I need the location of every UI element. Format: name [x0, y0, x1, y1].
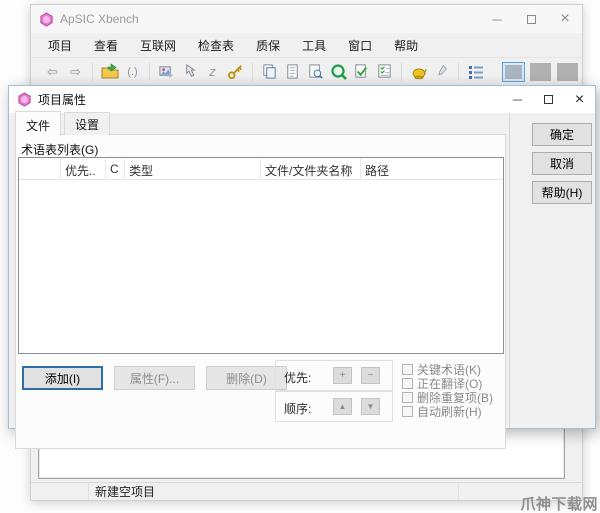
status-text: 新建空项目	[95, 485, 156, 499]
dialog-minimize-button[interactable]: ─	[502, 86, 533, 113]
tab-settings[interactable]: 设置	[64, 112, 111, 135]
maximize-icon	[526, 14, 536, 24]
tab-file[interactable]: 文件	[15, 111, 62, 136]
back-icon[interactable]: ⇦	[42, 61, 63, 82]
xbench-app-icon	[40, 11, 53, 27]
toolbar-separator	[92, 62, 93, 81]
checkbox-icon	[402, 391, 413, 403]
menu-bar: 项目 查看 互联网 检查表 质保 工具 窗口 帮助	[31, 33, 582, 57]
add-button[interactable]: 添加(I)	[22, 366, 103, 390]
lamp-icon[interactable]	[408, 61, 429, 82]
select-tool-icon[interactable]	[179, 61, 200, 82]
help-button[interactable]: 帮助(H)	[532, 181, 592, 204]
dialog-button-strip: 确定 取消 帮助(H)	[509, 113, 595, 428]
layout-view-1-button[interactable]	[502, 61, 525, 82]
menu-help[interactable]: 帮助	[383, 34, 429, 57]
checkbox-icon	[402, 377, 413, 389]
checkbox-icon	[402, 363, 413, 375]
toolbar: ⇦ ⇨ (.) z	[31, 57, 582, 85]
image-export-icon[interactable]	[156, 61, 177, 82]
properties-button[interactable]: 属性(F)...	[114, 366, 195, 390]
menu-view[interactable]: 查看	[83, 34, 129, 57]
checkbox-icon	[402, 405, 413, 417]
glossary-list[interactable]: 优先.. C 类型 文件/文件夹名称 路径	[18, 157, 504, 354]
status-bar: 新建空项目	[31, 482, 582, 500]
menu-qa[interactable]: 质保	[245, 34, 291, 57]
open-project-folder-icon[interactable]	[99, 61, 120, 82]
menu-internet[interactable]: 互联网	[129, 34, 187, 57]
priority-group: 优先: + −	[275, 360, 393, 391]
order-up-button[interactable]: ▲	[333, 398, 352, 415]
dialog-titlebar[interactable]: 项目属性 ─ ×	[9, 86, 595, 113]
search-icon[interactable]	[328, 61, 349, 82]
priority-label: 优先:	[284, 371, 312, 385]
order-group: 顺序: ▲ ▼	[275, 391, 393, 422]
layout-view-2-button[interactable]	[530, 62, 551, 81]
column-header-blank[interactable]	[19, 158, 61, 179]
brackets-icon[interactable]: (.)	[122, 61, 143, 82]
cancel-button[interactable]: 取消	[532, 152, 592, 175]
toolbar-separator	[252, 62, 253, 81]
menu-checklist[interactable]: 检查表	[187, 34, 245, 57]
checklist-icon[interactable]	[374, 61, 395, 82]
order-down-button[interactable]: ▼	[361, 398, 380, 415]
dialog-body: 文件 设置 术语表列表(G) 优先.. C 类型 文件/文件夹名称 路径 添加(…	[9, 111, 595, 449]
priority-increase-button[interactable]: +	[333, 367, 352, 384]
main-maximize-button[interactable]	[514, 5, 548, 33]
main-close-button[interactable]: ×	[548, 5, 582, 33]
column-header-priority[interactable]: 优先..	[61, 158, 106, 179]
project-properties-dialog: 项目属性 ─ × 文件 设置 术语表列表(G) 优先.. C 类型 文件/文件夹…	[8, 85, 596, 449]
list-view-icon[interactable]	[465, 61, 486, 82]
menu-project[interactable]: 项目	[37, 34, 83, 57]
options-checkboxes: 关键术语(K) 正在翻译(O) 删除重复项(B) 自动刷新(H)	[402, 362, 493, 419]
file-tab-page: 术语表列表(G) 优先.. C 类型 文件/文件夹名称 路径 添加(I) 属性(…	[15, 134, 506, 449]
column-header-path[interactable]: 路径	[361, 158, 503, 179]
brush-icon[interactable]	[431, 61, 452, 82]
menu-window[interactable]: 窗口	[337, 34, 383, 57]
column-header-c[interactable]: C	[106, 158, 125, 179]
qa-check-document-icon[interactable]	[351, 61, 372, 82]
preview-document-icon[interactable]	[305, 61, 326, 82]
zigzag-icon[interactable]: z	[202, 61, 223, 82]
copy-icon[interactable]	[259, 61, 280, 82]
ok-button[interactable]: 确定	[532, 123, 592, 146]
main-window-title: ApSIC Xbench	[60, 12, 139, 26]
checkbox-auto-refresh[interactable]: 自动刷新(H)	[402, 404, 493, 419]
order-label: 顺序:	[284, 402, 312, 416]
column-header-type[interactable]: 类型	[125, 158, 261, 179]
forward-icon[interactable]: ⇨	[65, 61, 86, 82]
status-cell-left	[31, 483, 89, 500]
glossary-list-label: 术语表列表(G)	[21, 143, 99, 157]
main-minimize-button[interactable]: ─	[480, 5, 514, 33]
key-icon[interactable]	[225, 61, 246, 82]
toolbar-separator	[401, 62, 402, 81]
maximize-icon	[544, 95, 553, 104]
priority-decrease-button[interactable]: −	[361, 367, 380, 384]
watermark: 爪神下载网	[520, 496, 598, 513]
dialog-title: 项目属性	[38, 93, 87, 107]
dialog-close-button[interactable]: ×	[564, 86, 595, 113]
toolbar-separator	[458, 62, 459, 81]
xbench-dialog-icon	[18, 92, 31, 107]
document-icon[interactable]	[282, 61, 303, 82]
tab-bar: 文件 设置	[15, 111, 113, 136]
glossary-list-header: 优先.. C 类型 文件/文件夹名称 路径	[19, 158, 503, 180]
toolbar-separator	[149, 62, 150, 81]
layout-view-3-button[interactable]	[557, 62, 578, 81]
column-header-filename[interactable]: 文件/文件夹名称	[261, 158, 361, 179]
main-titlebar[interactable]: ApSIC Xbench ─ ×	[31, 5, 582, 33]
screen: ApSIC Xbench ─ × 项目 查看 互联网 检查表 质保 工具 窗口 …	[0, 0, 600, 513]
menu-tools[interactable]: 工具	[291, 34, 337, 57]
dialog-maximize-button[interactable]	[533, 86, 564, 113]
